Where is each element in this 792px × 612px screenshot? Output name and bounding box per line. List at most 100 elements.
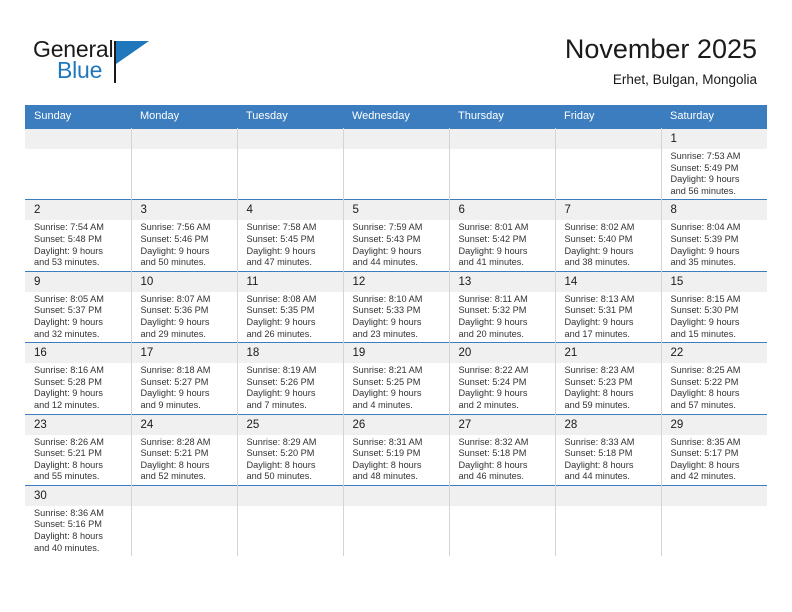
calendar-day-cell[interactable]: 12 Sunrise: 8:10 AM Sunset: 5:33 PM Dayligh… xyxy=(343,270,450,343)
calendar-day-cell[interactable]: 23 Sunrise: 8:26 AM Sunset: 5:21 PM Dayligh… xyxy=(25,413,132,486)
day-number: 22 xyxy=(661,343,767,364)
day-details: Sunrise: 8:18 AM Sunset: 5:27 PM Daylight:… xyxy=(132,363,237,413)
calendar-day-cell[interactable]: 29 Sunrise: 8:35 AM Sunset: 5:17 PM Dayligh… xyxy=(661,413,767,486)
sunrise-time: Sunrise: 8:11 AM xyxy=(458,293,528,304)
day-details: Sunrise: 7:59 AM Sunset: 5:43 PM Daylight:… xyxy=(344,220,449,270)
sunrise-time: Sunrise: 8:13 AM xyxy=(564,293,635,304)
daylight-duration-line1: Daylight: 9 hours xyxy=(564,316,634,327)
day-details: Sunrise: 8:15 AM Sunset: 5:30 PM Daylight:… xyxy=(662,292,768,342)
calendar-day-cell[interactable]: 15 Sunrise: 8:15 AM Sunset: 5:30 PM Dayligh… xyxy=(661,270,768,343)
page-title: November 2025 xyxy=(564,34,757,64)
calendar-day-cell-empty xyxy=(343,127,450,200)
page-header: General Blue November 2025 Erhet, Bulgan… xyxy=(0,0,792,104)
calendar-day-cell[interactable]: 22 Sunrise: 8:25 AM Sunset: 5:22 PM Dayligh… xyxy=(661,342,767,414)
sunrise-time: Sunrise: 8:32 AM xyxy=(458,436,529,447)
daylight-duration-line1: Daylight: 9 hours xyxy=(140,245,210,256)
sunrise-time: Sunrise: 8:05 AM xyxy=(34,293,104,304)
day-details: Sunrise: 8:13 AM Sunset: 5:31 PM Daylight:… xyxy=(556,292,661,342)
sunset-time: Sunset: 5:36 PM xyxy=(140,305,209,316)
calendar-day-cell[interactable]: 18 Sunrise: 8:19 AM Sunset: 5:26 PM Dayligh… xyxy=(237,342,344,414)
calendar-day-cell[interactable]: 21 Sunrise: 8:23 AM Sunset: 5:23 PM Dayligh… xyxy=(555,342,662,414)
logo-text-blue: Blue xyxy=(57,57,103,83)
calendar-day-cell[interactable]: 30 Sunrise: 8:36 AM Sunset: 5:16 PM Dayligh… xyxy=(25,484,132,557)
day-number: 4 xyxy=(237,200,343,221)
day-number: 7 xyxy=(555,200,661,221)
weekday-header-friday: Friday xyxy=(555,105,661,129)
sunset-time: Sunset: 5:17 PM xyxy=(670,448,739,459)
day-number: 16 xyxy=(25,343,131,364)
calendar-day-cell[interactable]: 11 Sunrise: 8:08 AM Sunset: 5:35 PM Dayligh… xyxy=(237,270,344,343)
calendar-day-cell[interactable]: 25 Sunrise: 8:29 AM Sunset: 5:20 PM Dayligh… xyxy=(237,413,344,486)
daylight-duration-line1: Daylight: 8 hours xyxy=(458,459,528,470)
day-number: 12 xyxy=(343,271,449,292)
calendar-day-cell[interactable]: 2 Sunrise: 7:54 AM Sunset: 5:48 PM Daylight… xyxy=(25,199,132,272)
day-details: Sunrise: 7:53 AM Sunset: 5:49 PM Daylight:… xyxy=(662,149,768,199)
sunrise-time: Sunrise: 7:58 AM xyxy=(246,222,317,233)
day-number: 26 xyxy=(343,414,449,435)
day-details: Sunrise: 8:19 AM Sunset: 5:26 PM Daylight:… xyxy=(238,363,343,413)
daylight-duration-line2: and 4 minutes. xyxy=(352,399,413,410)
day-details: Sunrise: 7:54 AM Sunset: 5:48 PM Daylight:… xyxy=(25,220,131,270)
daylight-duration-line2: and 40 minutes. xyxy=(34,542,100,553)
calendar-day-cell-empty xyxy=(25,127,132,200)
calendar-day-cell-empty xyxy=(237,484,344,557)
day-number xyxy=(25,129,131,149)
day-details: Sunrise: 8:02 AM Sunset: 5:40 PM Daylight:… xyxy=(556,220,661,270)
sunrise-time: Sunrise: 7:59 AM xyxy=(352,222,423,233)
calendar-week-row: 23 Sunrise: 8:26 AM Sunset: 5:21 PM Dayligh… xyxy=(25,413,767,486)
title-block: November 2025 Erhet, Bulgan, Mongolia xyxy=(565,32,757,90)
calendar-day-cell[interactable]: 28 Sunrise: 8:33 AM Sunset: 5:18 PM Dayligh… xyxy=(555,413,662,486)
daylight-duration-line1: Daylight: 8 hours xyxy=(140,459,210,470)
day-details: Sunrise: 8:23 AM Sunset: 5:23 PM Daylight:… xyxy=(556,363,661,413)
daylight-duration-line2: and 47 minutes. xyxy=(246,257,312,268)
day-number: 5 xyxy=(343,200,449,221)
calendar-day-cell[interactable]: 9 Sunrise: 8:05 AM Sunset: 5:37 PM Daylight… xyxy=(25,270,132,343)
day-number xyxy=(343,129,449,149)
calendar-day-cell[interactable]: 5 Sunrise: 7:59 AM Sunset: 5:43 PM Daylight… xyxy=(343,199,450,272)
calendar-day-cell[interactable]: 6 Sunrise: 8:01 AM Sunset: 5:42 PM Daylight… xyxy=(449,199,556,272)
calendar-day-cell[interactable]: 26 Sunrise: 8:31 AM Sunset: 5:19 PM Dayligh… xyxy=(343,413,450,486)
calendar-day-cell[interactable]: 14 Sunrise: 8:13 AM Sunset: 5:31 PM Dayligh… xyxy=(555,270,662,343)
sunrise-time: Sunrise: 8:33 AM xyxy=(564,436,635,447)
calendar-day-cell-empty xyxy=(237,127,344,200)
day-details: Sunrise: 8:11 AM Sunset: 5:32 PM Daylight:… xyxy=(450,292,555,342)
daylight-duration-line2: and 42 minutes. xyxy=(670,471,736,482)
sunrise-time: Sunrise: 8:15 AM xyxy=(670,293,741,304)
general-blue-logo: General Blue xyxy=(33,36,213,88)
calendar-day-cell[interactable]: 19 Sunrise: 8:21 AM Sunset: 5:25 PM Dayligh… xyxy=(343,342,450,414)
calendar-day-cell[interactable]: 20 Sunrise: 8:22 AM Sunset: 5:24 PM Dayligh… xyxy=(449,342,556,414)
calendar-day-cell[interactable]: 3 Sunrise: 7:56 AM Sunset: 5:46 PM Daylight… xyxy=(131,199,238,272)
calendar-day-cell[interactable]: 4 Sunrise: 7:58 AM Sunset: 5:45 PM Daylight… xyxy=(237,199,344,272)
calendar-day-cell-empty xyxy=(343,484,450,557)
calendar-day-cell[interactable]: 27 Sunrise: 8:32 AM Sunset: 5:18 PM Dayligh… xyxy=(449,413,556,486)
sunrise-time: Sunrise: 8:36 AM xyxy=(34,507,104,518)
sunrise-time: Sunrise: 8:10 AM xyxy=(352,293,423,304)
calendar-day-cell[interactable]: 8 Sunrise: 8:04 AM Sunset: 5:39 PM Daylight… xyxy=(661,199,767,272)
sunset-time: Sunset: 5:43 PM xyxy=(352,233,421,244)
weekday-header-saturday: Saturday xyxy=(661,105,767,129)
calendar-day-cell[interactable]: 17 Sunrise: 8:18 AM Sunset: 5:27 PM Dayligh… xyxy=(131,342,238,414)
calendar-week-row: 16 Sunrise: 8:16 AM Sunset: 5:28 PM Dayligh… xyxy=(25,342,767,414)
calendar-day-cell[interactable]: 10 Sunrise: 8:07 AM Sunset: 5:36 PM Dayligh… xyxy=(131,270,238,343)
daylight-duration-line1: Daylight: 9 hours xyxy=(352,245,422,256)
day-number: 29 xyxy=(661,414,767,435)
daylight-duration-line2: and 38 minutes. xyxy=(564,257,630,268)
day-number: 21 xyxy=(555,343,661,364)
daylight-duration-line2: and 12 minutes. xyxy=(34,399,100,410)
daylight-duration-line2: and 56 minutes. xyxy=(670,185,736,196)
calendar-day-cell[interactable]: 16 Sunrise: 8:16 AM Sunset: 5:28 PM Dayligh… xyxy=(25,342,132,414)
sunrise-time: Sunrise: 8:25 AM xyxy=(670,365,741,376)
calendar-day-cell[interactable]: 24 Sunrise: 8:28 AM Sunset: 5:21 PM Dayligh… xyxy=(131,413,238,486)
sunrise-time: Sunrise: 8:21 AM xyxy=(352,365,423,376)
daylight-duration-line2: and 50 minutes. xyxy=(246,471,312,482)
day-number: 28 xyxy=(555,414,661,435)
daylight-duration-line2: and 55 minutes. xyxy=(34,471,100,482)
calendar-day-cell[interactable]: 13 Sunrise: 8:11 AM Sunset: 5:32 PM Dayligh… xyxy=(449,270,556,343)
calendar-day-cell[interactable]: 1 Sunrise: 7:53 AM Sunset: 5:49 PM Daylight… xyxy=(661,127,768,200)
calendar-week-row: 9 Sunrise: 8:05 AM Sunset: 5:37 PM Daylight… xyxy=(25,270,768,343)
weekday-header-tuesday: Tuesday xyxy=(237,105,343,129)
sunset-time: Sunset: 5:19 PM xyxy=(352,448,421,459)
day-number: 27 xyxy=(449,414,555,435)
calendar-day-cell[interactable]: 7 Sunrise: 8:02 AM Sunset: 5:40 PM Daylight… xyxy=(555,199,662,272)
sunrise-time: Sunrise: 8:08 AM xyxy=(246,293,317,304)
